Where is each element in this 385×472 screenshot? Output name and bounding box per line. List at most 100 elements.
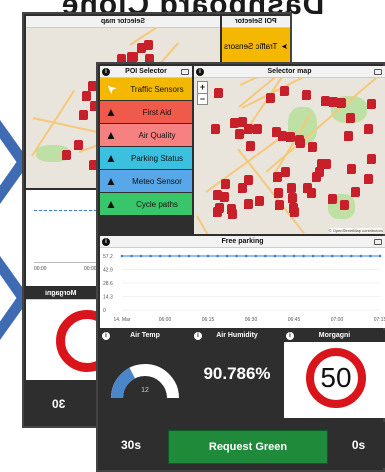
- map-marker-icon[interactable]: [213, 88, 223, 99]
- map-marker-icon[interactable]: [219, 191, 229, 202]
- data-point[interactable]: [311, 254, 315, 258]
- data-point[interactable]: [264, 254, 267, 258]
- map-marker-icon[interactable]: [274, 188, 284, 199]
- map-road: [32, 116, 101, 134]
- map-canvas[interactable]: + − © OpenStreetMap contributors: [194, 78, 385, 234]
- info-icon[interactable]: i: [102, 68, 110, 76]
- map-marker-icon[interactable]: [245, 140, 255, 151]
- data-point[interactable]: [378, 254, 382, 258]
- map-marker-icon[interactable]: [243, 198, 253, 209]
- map-marker-icon[interactable]: [303, 183, 313, 194]
- map-attribution[interactable]: © OpenStreetMap contributors: [328, 228, 383, 233]
- map-marker-icon[interactable]: [288, 203, 298, 214]
- map-marker-icon[interactable]: [280, 86, 290, 97]
- map-marker-icon[interactable]: [237, 183, 247, 194]
- map-marker-icon[interactable]: [347, 164, 357, 175]
- map-marker-icon[interactable]: [287, 183, 297, 194]
- map-marker-icon[interactable]: [226, 204, 236, 215]
- zoom-out-button[interactable]: −: [198, 93, 207, 104]
- data-point[interactable]: [292, 254, 296, 258]
- info-icon[interactable]: i: [102, 238, 110, 246]
- data-point[interactable]: [273, 254, 277, 258]
- data-point[interactable]: [359, 254, 363, 258]
- data-point[interactable]: [369, 254, 372, 258]
- map-marker-icon[interactable]: [367, 154, 377, 165]
- poi-item-2[interactable]: ▲ Air Quality: [100, 124, 192, 147]
- map-marker-icon[interactable]: [366, 98, 376, 109]
- map-marker-icon[interactable]: [350, 186, 360, 197]
- minimize-icon[interactable]: [374, 69, 382, 75]
- map-marker-icon[interactable]: [307, 141, 317, 152]
- poi-item-3[interactable]: ▲ Parking Status: [100, 147, 192, 170]
- data-point[interactable]: [120, 254, 124, 258]
- map-marker-icon[interactable]: [255, 195, 265, 206]
- data-point[interactable]: [130, 254, 133, 258]
- map-marker-icon[interactable]: [345, 112, 355, 123]
- map-marker-icon[interactable]: [144, 39, 154, 50]
- map-marker-icon[interactable]: [243, 124, 253, 135]
- data-point[interactable]: [197, 254, 200, 258]
- data-point[interactable]: [235, 254, 238, 258]
- map-marker-icon[interactable]: [301, 90, 311, 101]
- data-point[interactable]: [244, 254, 248, 258]
- map-marker-icon[interactable]: [280, 167, 290, 178]
- map-marker-icon[interactable]: [265, 93, 275, 104]
- data-point[interactable]: [168, 254, 172, 258]
- zoom-in-button[interactable]: +: [198, 82, 207, 93]
- data-point[interactable]: [330, 254, 334, 258]
- data-point[interactable]: [158, 254, 162, 258]
- map-marker-icon[interactable]: [230, 117, 240, 128]
- data-point[interactable]: [302, 254, 305, 258]
- data-point[interactable]: [139, 254, 143, 258]
- map-marker-icon[interactable]: [274, 200, 284, 211]
- map-marker-icon[interactable]: [344, 131, 354, 142]
- data-point[interactable]: [225, 254, 229, 258]
- minimize-icon[interactable]: [374, 239, 382, 245]
- info-icon[interactable]: i: [286, 332, 294, 340]
- map-marker-icon[interactable]: [287, 192, 297, 203]
- x-tick-label: 07:15: [374, 317, 385, 323]
- minimize-icon[interactable]: [181, 69, 189, 75]
- data-point[interactable]: [187, 254, 191, 258]
- info-icon[interactable]: i: [194, 332, 202, 340]
- data-point[interactable]: [178, 254, 181, 258]
- info-icon[interactable]: i: [196, 68, 204, 76]
- map-marker-icon[interactable]: [78, 110, 88, 121]
- map-marker-icon[interactable]: [213, 206, 223, 217]
- map-marker-icon[interactable]: [210, 123, 220, 134]
- back-poi-first-item[interactable]: ➤ Traffic Sensors: [222, 28, 290, 64]
- map-marker-icon[interactable]: [363, 173, 373, 184]
- map-marker-icon[interactable]: [316, 159, 326, 170]
- data-point[interactable]: [216, 254, 219, 258]
- map-marker-icon[interactable]: [328, 193, 338, 204]
- poi-item-0[interactable]: ➤ Traffic Sensors: [100, 78, 192, 101]
- map-marker-icon[interactable]: [235, 128, 245, 139]
- info-icon[interactable]: i: [102, 332, 110, 340]
- map-marker-icon[interactable]: [285, 132, 295, 143]
- map-marker-icon[interactable]: [62, 150, 72, 161]
- data-point[interactable]: [283, 254, 286, 258]
- speed-limit-title: Morgagni: [318, 332, 351, 339]
- map-marker-icon[interactable]: [328, 96, 338, 107]
- data-point[interactable]: [321, 254, 324, 258]
- map-marker-icon[interactable]: [81, 90, 91, 101]
- map-marker-icon[interactable]: [128, 51, 138, 62]
- data-point[interactable]: [350, 254, 353, 258]
- poi-item-5[interactable]: ▲ Cycle paths: [100, 193, 192, 216]
- map-marker-icon[interactable]: [252, 124, 262, 135]
- data-point[interactable]: [149, 254, 152, 258]
- map-marker-icon[interactable]: [337, 97, 347, 108]
- poi-item-4[interactable]: ▲ Meteo Sensor: [100, 170, 192, 193]
- map-marker-icon[interactable]: [271, 126, 281, 137]
- map-marker-icon[interactable]: [339, 200, 349, 211]
- data-point[interactable]: [340, 254, 344, 258]
- data-point[interactable]: [206, 254, 210, 258]
- back-speed-title: Morgagni: [45, 290, 77, 297]
- request-green-button[interactable]: Request Green: [168, 430, 328, 464]
- map-marker-icon[interactable]: [363, 124, 373, 135]
- data-point[interactable]: [254, 254, 258, 258]
- map-marker-icon[interactable]: [220, 178, 230, 189]
- map-marker-icon[interactable]: [73, 139, 83, 150]
- map-marker-icon[interactable]: [295, 138, 305, 149]
- poi-item-1[interactable]: ▲ First Aid: [100, 101, 192, 124]
